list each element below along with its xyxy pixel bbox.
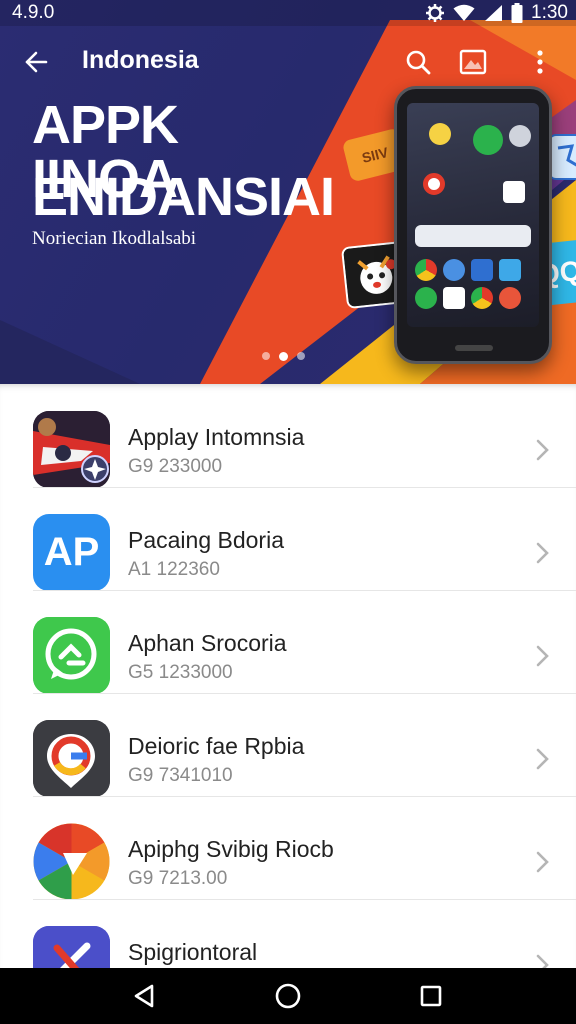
phone-app-maps-icon <box>443 259 465 281</box>
app-subtitle: G9 233000 <box>128 456 223 477</box>
app-subtitle: A1 122360 <box>128 559 220 580</box>
nav-home-button[interactable] <box>272 980 304 1012</box>
phone-search-bar <box>415 225 531 247</box>
arrow-left-icon <box>25 51 48 73</box>
list-item[interactable]: Apiphg Svibig Riocb G9 7213.00 <box>0 796 576 900</box>
phone-app-camera-icon <box>499 287 521 309</box>
chevron-right-icon <box>536 748 549 770</box>
page-dot[interactable] <box>262 352 270 360</box>
app-title: Applay Intomnsia <box>128 424 305 450</box>
hero-subtitle: Noriecian Ikodlalsabi <box>32 228 197 249</box>
phone-app-dark-icon <box>509 125 531 147</box>
settings-cog-icon <box>426 4 445 22</box>
app-title: Apiphg Svibig Riocb <box>128 836 334 862</box>
chrome-like-app-icon <box>33 823 110 900</box>
hero-banner[interactable]: 4.9.0 1:30 Indonesia APPK IINOA ENIDANSI… <box>0 0 576 384</box>
app-title: Deioric fae Rpbia <box>128 733 305 759</box>
list-item[interactable]: Spigriontoral <box>0 899 576 968</box>
navigation-bar <box>0 968 576 1024</box>
status-time: 4.9.0 <box>12 2 55 23</box>
image-icon <box>459 49 487 75</box>
chevron-right-icon <box>536 439 549 461</box>
chart-icon <box>557 144 576 167</box>
nav-recents-button[interactable] <box>415 980 447 1012</box>
status-icons: 1:30 <box>425 2 568 24</box>
chat-app-icon <box>33 617 110 694</box>
app-subtitle: G5 1233000 <box>128 662 233 683</box>
recents-square-icon <box>420 985 442 1007</box>
back-triangle-icon <box>134 984 154 1008</box>
phone-home-bar <box>455 345 493 351</box>
phone-app-browser-icon <box>471 287 493 309</box>
floating-card-blue-top <box>548 134 576 180</box>
toolbar: Indonesia <box>0 34 576 90</box>
status-clock: 1:30 <box>531 2 568 23</box>
chevron-right-icon <box>536 954 549 968</box>
search-icon <box>406 50 431 75</box>
phone-app-chrome-icon <box>415 259 437 281</box>
battery-icon <box>511 3 523 23</box>
ap-app-icon-label: AP <box>43 530 100 574</box>
chevron-right-icon <box>536 851 549 873</box>
more-vert-icon <box>537 50 543 74</box>
list-item[interactable]: Aphan Srocoria G5 1233000 <box>0 590 576 694</box>
app-title: Aphan Srocoria <box>128 630 287 656</box>
phone-mockup <box>394 86 552 364</box>
signal-icon <box>485 5 503 21</box>
phone-app-red-icon <box>423 173 445 195</box>
app-subtitle: G9 7213.00 <box>128 868 228 889</box>
phone-app-mail-icon <box>499 259 521 281</box>
chevron-right-icon <box>536 542 549 564</box>
game-app-icon <box>33 411 110 488</box>
page-dot-active[interactable] <box>279 351 288 361</box>
wifi-icon <box>453 4 475 21</box>
list-item[interactable]: Deioric fae Rpbia G9 7341010 <box>0 693 576 797</box>
status-bar: 4.9.0 1:30 <box>0 0 576 26</box>
home-circle-icon <box>275 983 301 1009</box>
screen: 4.9.0 1:30 Indonesia APPK IINOA ENIDANSI… <box>0 0 576 1024</box>
ap-app-icon: AP <box>33 514 110 591</box>
page-indicator <box>262 351 305 361</box>
nav-back-button[interactable] <box>128 980 160 1012</box>
app-title: Pacaing Bdoria <box>128 527 284 553</box>
search-button[interactable] <box>398 42 438 82</box>
back-button[interactable] <box>16 42 56 82</box>
phone-app-yellow-icon <box>429 123 451 145</box>
app-title: Spigriontoral <box>128 939 258 965</box>
chevron-right-icon <box>536 645 549 667</box>
page-dot[interactable] <box>297 352 305 360</box>
tools-app-icon <box>33 926 110 968</box>
phone-app-phone-icon <box>415 287 437 309</box>
app-list: Applay Intomnsia G9 233000 AP Pacaing Bd… <box>0 384 576 968</box>
hero-title-line2: ENIDANSIAI <box>32 167 335 227</box>
more-options-button[interactable] <box>520 42 560 82</box>
phone-app-blue-icon <box>471 259 493 281</box>
phone-screen <box>407 103 539 327</box>
google-app-icon <box>33 720 110 797</box>
list-item[interactable]: Applay Intomnsia G9 233000 <box>0 384 576 488</box>
phone-app-green-icon <box>473 125 503 155</box>
phone-app-photos-icon <box>443 287 465 309</box>
list-item[interactable]: AP Pacaing Bdoria A1 122360 <box>0 487 576 591</box>
phone-app-play-icon <box>503 181 525 203</box>
page-title: Indonesia <box>82 46 199 74</box>
floating-card-label: SIIV <box>360 144 390 166</box>
image-button[interactable] <box>453 42 493 82</box>
app-subtitle: G9 7341010 <box>128 765 233 786</box>
